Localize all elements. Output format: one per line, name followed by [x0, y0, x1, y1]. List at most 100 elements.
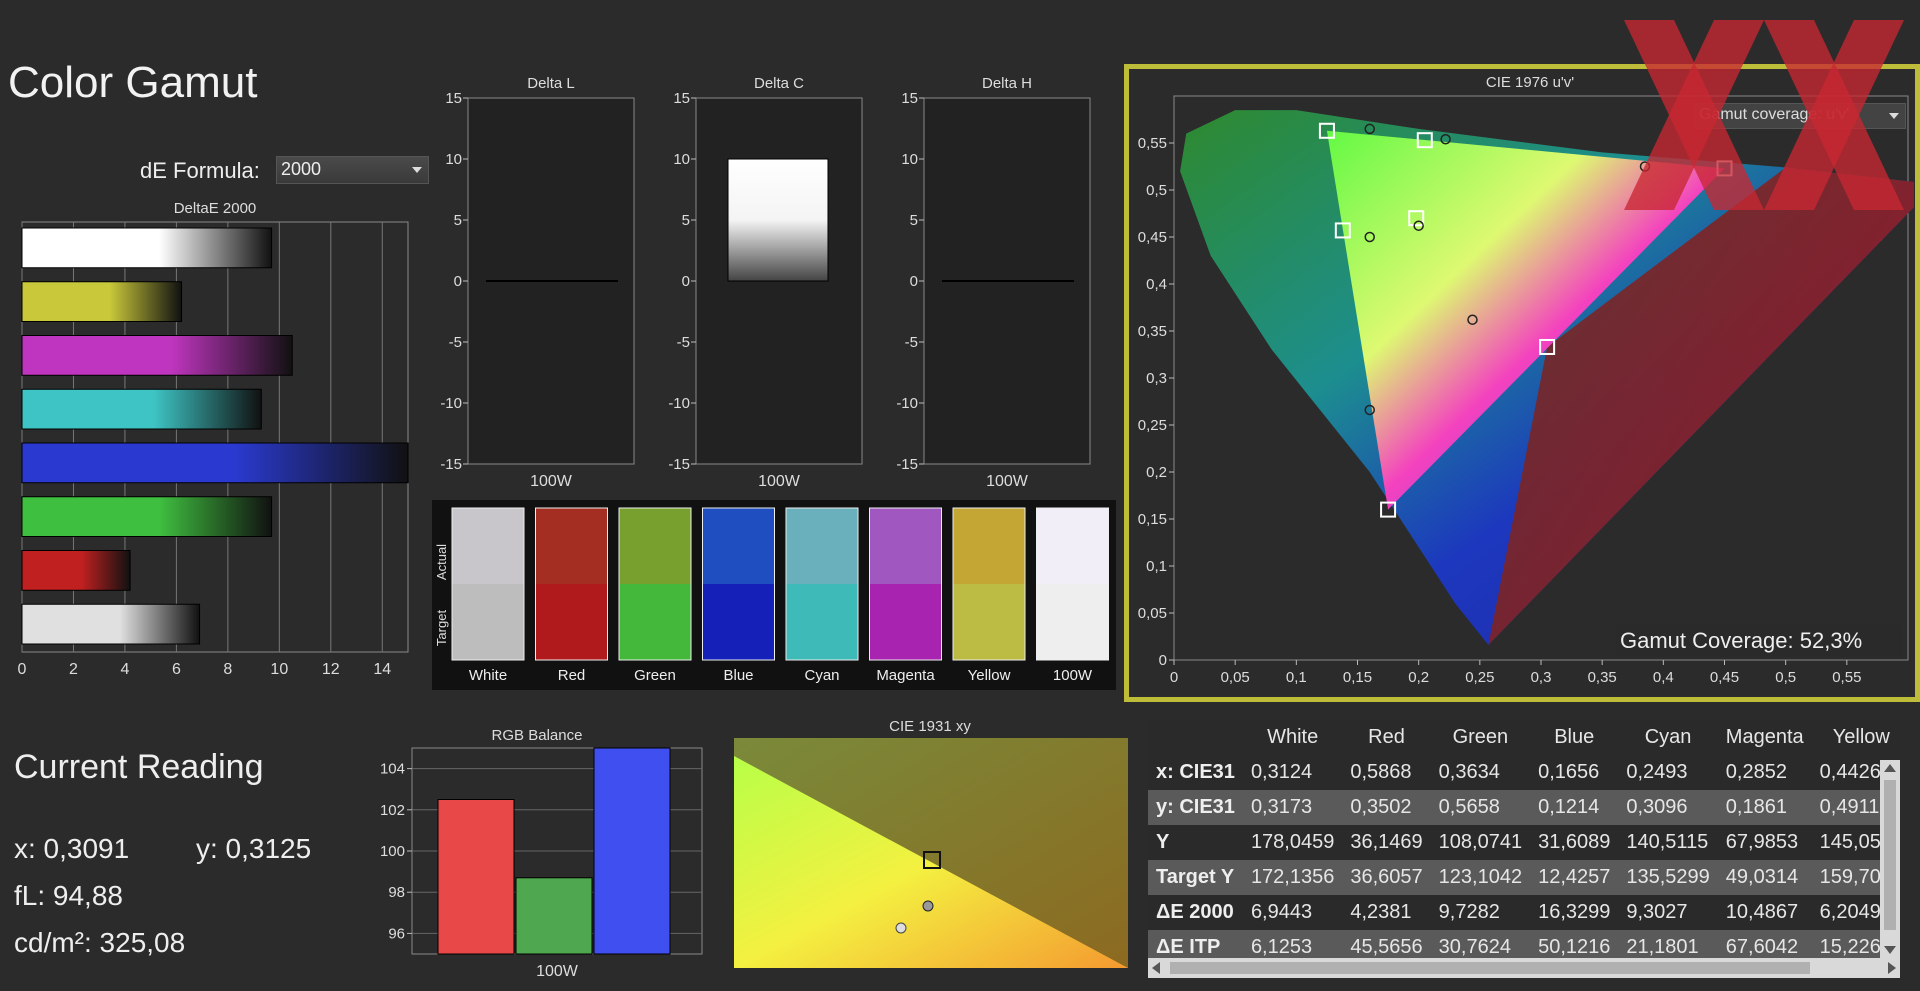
delta-category-label: 100W [530, 473, 573, 490]
swatch-actual-green [619, 508, 691, 584]
scroll-down-icon[interactable] [1884, 946, 1896, 954]
swatch-label: Cyan [804, 667, 839, 684]
vertical-scroll-thumb[interactable] [1884, 780, 1896, 930]
table-cell: 0,1214 [1538, 796, 1600, 818]
table-cell: 0,3502 [1350, 796, 1412, 818]
table-cell: 10,4867 [1725, 901, 1799, 923]
deltae-tick-label: 14 [373, 661, 391, 678]
table-cell: 4,2381 [1350, 901, 1412, 923]
swatch-actual-white [452, 508, 524, 584]
reading-y: y: 0,3125 [196, 833, 312, 864]
table-cell: 31,6089 [1538, 831, 1611, 853]
delta-tick-label: -15 [440, 456, 462, 473]
swatch-actual-label: Actual [434, 544, 449, 580]
swatch-target-white [452, 584, 524, 660]
swatch-target-yellow [953, 584, 1025, 660]
delta-tick-label: 10 [445, 151, 462, 168]
cie1976-x-tick-label: 0 [1170, 669, 1178, 686]
deltae-tick-label: 2 [69, 661, 78, 678]
vertical-scrollbar[interactable] [1880, 760, 1900, 958]
swatch-label: Red [558, 667, 586, 684]
cie1976-y-tick-label: 0,3 [1146, 370, 1167, 387]
color-swatches-panel: Actual Target White Red Green Blue Cyan Magenta… [432, 500, 1116, 690]
table-header-row: WhiteRedGreenBlueCyanMagentaYellow1 [1148, 720, 1900, 755]
cie1976-y-tick-label: 0,45 [1138, 229, 1167, 246]
current-reading-title: Current Reading [14, 748, 264, 786]
swatch-label: Yellow [968, 667, 1011, 684]
delta-chart-delta-l: 15 10 5 0 -5 -10 -15 100W [440, 90, 635, 490]
cie1931-measured-point [895, 922, 907, 934]
reading-cdm2: cd/m²: 325,08 [14, 927, 186, 958]
swatch-label: White [469, 667, 507, 684]
rgb-bar-g [515, 877, 593, 955]
de-formula-value: 2000 [281, 159, 322, 179]
table-column-header: Green [1452, 726, 1509, 748]
table-cell: 0,3634 [1438, 761, 1500, 783]
delta-tick-label: 15 [445, 90, 462, 107]
measurement-table: WhiteRedGreenBlueCyanMagentaYellow1 x: C… [1148, 720, 1900, 978]
measurement-table-grid: WhiteRedGreenBlueCyanMagentaYellow1 x: C… [1148, 720, 1900, 965]
cie1976-y-tick-label: 0,1 [1146, 558, 1167, 575]
rgb-balance-title: RGB Balance [491, 727, 583, 744]
scroll-up-icon[interactable] [1884, 764, 1896, 772]
de-formula-dropdown[interactable]: 2000 [276, 156, 429, 184]
cie1976-x-tick-label: 0,55 [1832, 669, 1861, 686]
gamut-coverage-readout: Gamut Coverage: 52,3% [1616, 625, 1902, 657]
rgb-tick-label: 100 [380, 843, 405, 860]
rgb-bar-b [593, 747, 671, 955]
horizontal-scroll-thumb[interactable] [1170, 962, 1810, 974]
swatch-actual-blue [702, 508, 775, 584]
swatch-label: Green [634, 667, 676, 684]
table-cell: 172,1356 [1250, 866, 1335, 888]
table-row: Target Y 172,1356 36,6057 123,1042 12,4257 13… [1148, 860, 1900, 895]
cie1976-y-tick-label: 0,15 [1138, 511, 1167, 528]
delta-tick-label: 0 [454, 273, 462, 290]
delta-tick-label: 15 [901, 90, 918, 107]
delta-category-label: 100W [986, 473, 1029, 490]
swatch-target-blue [702, 584, 775, 660]
cie1931-measured-point [922, 900, 934, 912]
rgb-category-label: 100W [536, 963, 579, 980]
table-cell: 108,0741 [1438, 831, 1523, 853]
table-cell: 67,9853 [1725, 831, 1799, 853]
delta-chart-delta-h: 15 10 5 0 -5 -10 -15 100W [896, 90, 1091, 490]
delta-tick-label: 0 [682, 273, 690, 290]
table-cell: 6,9443 [1250, 901, 1313, 923]
delta-tick-label: -10 [440, 395, 462, 412]
scroll-left-icon[interactable] [1152, 962, 1160, 974]
table-cell: 0,2493 [1626, 761, 1688, 783]
rgb-tick-label: 98 [388, 884, 405, 901]
cie1976-x-tick-label: 0,05 [1221, 669, 1250, 686]
table-cell: 123,1042 [1438, 866, 1523, 888]
table-column-header: White [1267, 726, 1319, 748]
cie1976-x-tick-label: 0,35 [1588, 669, 1617, 686]
cie1976-y-tick-label: 0,2 [1146, 464, 1167, 481]
deltae-bar-100w [21, 603, 201, 645]
cie1976-y-tick-label: 0,55 [1138, 135, 1167, 152]
cie1976-y-tick-label: 0,05 [1138, 605, 1167, 622]
scroll-right-icon[interactable] [1888, 962, 1896, 974]
deltae-bar-yellow [21, 281, 183, 322]
swatch-actual-magenta [869, 508, 942, 584]
table-row: x: CIE31 0,3124 0,5868 0,3634 0,1656 0,2493 0,… [1148, 755, 1900, 790]
deltae-tick-label: 4 [120, 661, 129, 678]
swatch-label: Magenta [876, 667, 935, 684]
table-row: ΔE 2000 6,9443 4,2381 9,7282 16,3299 9,3027 10… [1148, 895, 1900, 930]
table-row-header: x: CIE31 [1156, 761, 1235, 783]
table-cell: 135,5299 [1626, 866, 1710, 888]
delta-chart-delta-c: 15 10 5 0 -5 -10 -15 100W [668, 90, 863, 490]
cie1976-x-tick-label: 0,3 [1531, 669, 1552, 686]
table-column-header: Yellow [1832, 726, 1890, 748]
deltae-tick-label: 0 [18, 661, 27, 678]
swatch-label: 100W [1053, 667, 1093, 684]
table-row-header: ΔE 2000 [1156, 901, 1234, 923]
delta-tick-label: 10 [901, 151, 918, 168]
cie1976-x-tick-label: 0,4 [1653, 669, 1674, 686]
horizontal-scrollbar[interactable] [1148, 958, 1900, 978]
delta-tick-label: 10 [673, 151, 690, 168]
table-cell: 0,3124 [1250, 761, 1313, 783]
swatch-target-magenta [869, 584, 942, 660]
delta-category-label: 100W [758, 473, 801, 490]
deltae-tick-label: 6 [172, 661, 181, 678]
delta-tick-label: -5 [905, 334, 918, 351]
